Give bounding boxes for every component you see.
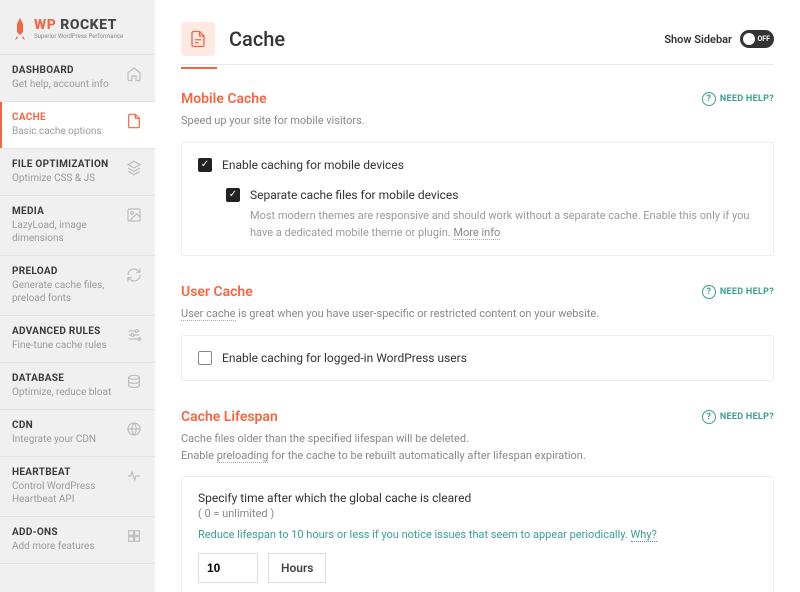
main-panel: Cache Show Sidebar OFF Mobile Cache ?NEE…	[155, 0, 800, 592]
nav-preload[interactable]: PRELOADGenerate cache files, preload fon…	[0, 255, 155, 315]
sliders-icon	[125, 326, 143, 344]
refresh-icon	[125, 266, 143, 284]
section-title: Mobile Cache	[181, 91, 267, 107]
section-mobile-cache: Mobile Cache ?NEED HELP? Speed up your s…	[181, 91, 774, 256]
lifespan-unit-select[interactable]: Hours	[268, 553, 326, 583]
sidebar: WP ROCKET Superior WordPress Performance…	[0, 0, 155, 592]
checkbox-separate-cache[interactable]	[226, 188, 240, 202]
nav-dashboard[interactable]: DASHBOARDGet help, account info	[0, 54, 155, 101]
globe-icon	[125, 420, 143, 438]
nav-media[interactable]: MEDIALazyLoad, image dimensions	[0, 195, 155, 255]
page-icon-file-icon	[181, 22, 215, 56]
lifespan-input[interactable]	[198, 553, 258, 583]
nav-heartbeat[interactable]: HEARTBEATControl WordPress Heartbeat API	[0, 456, 155, 516]
page-title: Cache	[229, 27, 650, 51]
user-cache-link[interactable]: User cache	[181, 307, 236, 321]
nav-database[interactable]: DATABASEOptimize, reduce bloat	[0, 362, 155, 409]
nav-title: DASHBOARD	[12, 65, 119, 76]
database-icon	[125, 373, 143, 391]
rocket-icon	[12, 18, 28, 40]
checkbox-user-cache[interactable]	[198, 351, 212, 365]
puzzle-icon	[125, 527, 143, 545]
heartbeat-icon	[125, 467, 143, 485]
help-link[interactable]: ?NEED HELP?	[702, 92, 774, 106]
help-icon: ?	[702, 285, 716, 299]
more-info-link[interactable]: More info	[453, 226, 500, 240]
nav-addons[interactable]: ADD-ONSAdd more features	[0, 516, 155, 564]
section-user-cache: User Cache ?NEED HELP? User cache is gre…	[181, 284, 774, 381]
section-cache-lifespan: Cache Lifespan ?NEED HELP? Cache files o…	[181, 409, 774, 592]
help-link[interactable]: ?NEED HELP?	[702, 410, 774, 424]
why-link[interactable]: Why?	[631, 528, 657, 542]
brand-logo: WP ROCKET Superior WordPress Performance	[0, 0, 155, 54]
preloading-link[interactable]: preloading	[217, 449, 269, 463]
checkbox-label: Enable caching for mobile devices	[222, 157, 404, 174]
help-icon: ?	[702, 410, 716, 424]
home-icon	[125, 65, 143, 83]
nav-cdn[interactable]: CDNIntegrate your CDN	[0, 409, 155, 456]
section-title: Cache Lifespan	[181, 409, 278, 425]
help-icon: ?	[702, 92, 716, 106]
checkbox-label: Separate cache files for mobile devices	[250, 187, 757, 204]
nav-advanced-rules[interactable]: ADVANCED RULESFine-tune cache rules	[0, 315, 155, 362]
image-icon	[125, 206, 143, 224]
nav-file-optimization[interactable]: FILE OPTIMIZATIONOptimize CSS & JS	[0, 148, 155, 195]
help-link[interactable]: ?NEED HELP?	[702, 285, 774, 299]
section-title: User Cache	[181, 284, 253, 300]
toggle-switch[interactable]: OFF	[740, 30, 774, 48]
layers-icon	[125, 159, 143, 177]
checkbox-mobile-cache[interactable]	[198, 158, 212, 172]
file-icon	[125, 112, 143, 130]
checkbox-label: Enable caching for logged-in WordPress u…	[222, 350, 467, 367]
show-sidebar-toggle[interactable]: Show Sidebar OFF	[664, 30, 774, 48]
nav-cache[interactable]: CACHEBasic cache options	[0, 101, 155, 148]
